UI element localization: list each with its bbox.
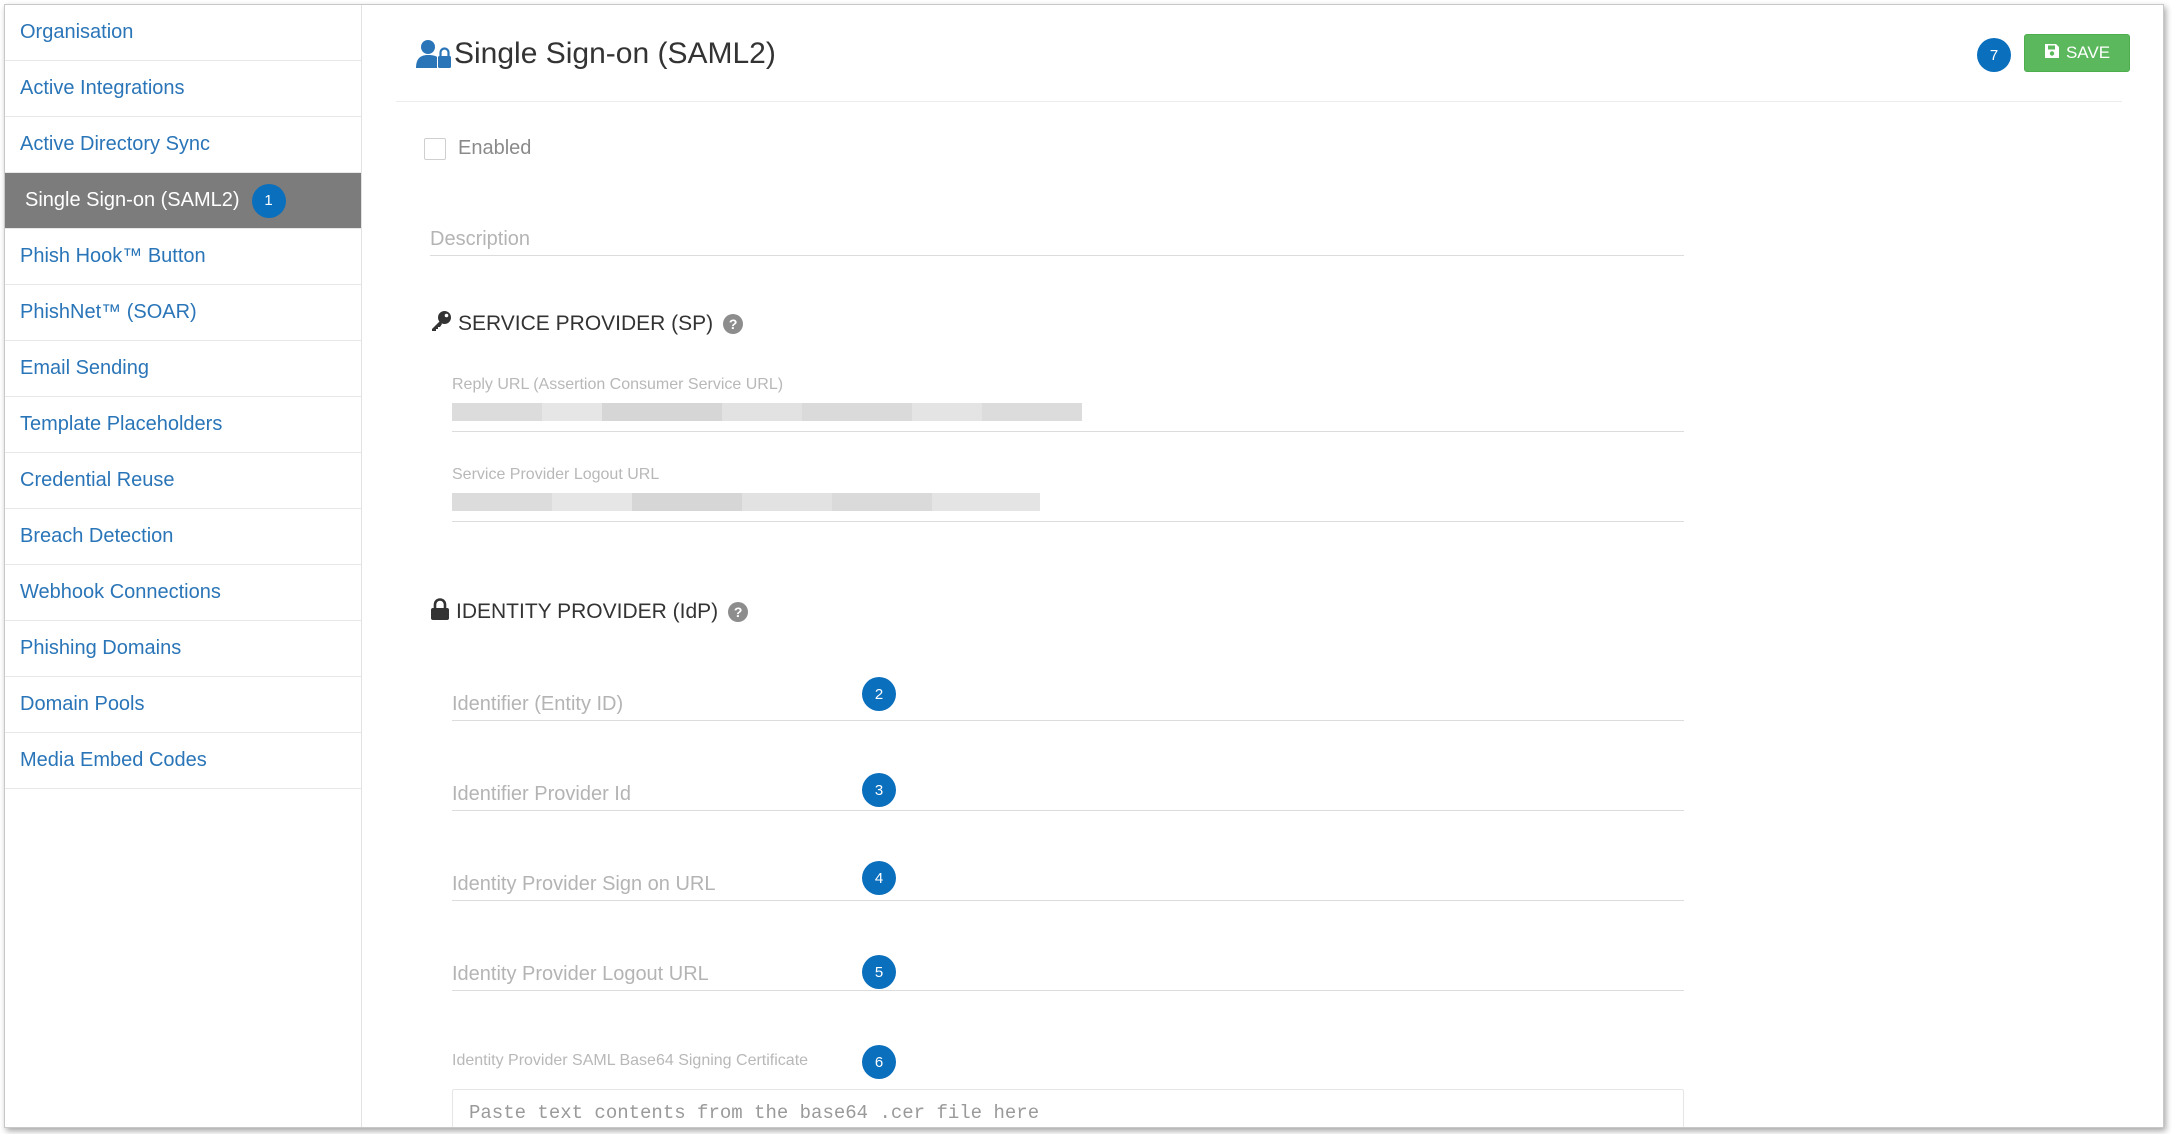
save-button-label: SAVE [2065,43,2111,62]
sidebar-item-label: Single Sign-on (SAML2) [25,189,240,211]
cert-label: Identity Provider SAML Base64 Signing Ce… [452,1052,809,1069]
description-field[interactable]: Description [430,209,1684,256]
enabled-checkbox[interactable] [424,137,446,160]
page-header: Single Sign-on (SAML2) 7 SAVE [396,5,2130,102]
question-circle-icon[interactable]: ? [728,602,749,622]
sidebar-item-label: Active Integrations [20,77,185,99]
enabled-checkbox-row: Enabled [424,137,531,160]
sidebar-item-organisation[interactable]: Organisation [5,5,361,61]
sidebar-item-active-integrations[interactable]: Active Integrations [5,61,361,117]
sp-logout-url-label: Service Provider Logout URL [452,466,660,483]
sidebar-item-active-directory-sync[interactable]: Active Directory Sync [5,117,361,173]
settings-sidebar: Organisation Active Integrations Active … [5,5,362,1127]
sp-logout-url-field[interactable] [452,489,1684,522]
sidebar-item-label: Email Sending [20,357,149,379]
idp-logout-url-field[interactable]: Identity Provider Logout URL [452,945,1684,991]
sp-logout-url-value-redacted [452,493,1040,511]
floppy-disk-icon [2044,43,2060,64]
certificate-textarea[interactable]: Paste text contents from the base64 .cer… [452,1089,1684,1127]
sidebar-item-single-sign-on[interactable]: Single Sign-on (SAML2) 1 [5,173,361,229]
sp-section-label: SERVICE PROVIDER (SP) [458,312,714,335]
step-badge: 1 [251,183,286,218]
sidebar-item-phish-hook-button[interactable]: Phish Hook™ Button [5,229,361,285]
idp-sign-on-url-placeholder: Identity Provider Sign on URL [452,873,716,895]
sidebar-item-phishing-domains[interactable]: Phishing Domains [5,621,361,677]
step-badge: 6 [862,1045,896,1079]
reply-url-label: Reply URL (Assertion Consumer Service UR… [452,376,784,393]
question-circle-icon[interactable]: ? [723,314,744,334]
sidebar-item-label: PhishNet™ (SOAR) [20,301,197,323]
sidebar-item-domain-pools[interactable]: Domain Pools [5,677,361,733]
page-title: Single Sign-on (SAML2) [454,37,776,70]
sidebar-item-credential-reuse[interactable]: Credential Reuse [5,453,361,509]
sidebar-item-phishnet-soar[interactable]: PhishNet™ (SOAR) [5,285,361,341]
entity-id-placeholder: Identifier (Entity ID) [452,693,624,715]
sidebar-item-label: Organisation [20,21,134,43]
sidebar-item-label: Webhook Connections [20,581,221,603]
key-icon [430,310,452,338]
identifier-provider-id-placeholder: Identifier Provider Id [452,783,631,805]
certificate-placeholder: Paste text contents from the base64 .cer… [469,1102,1040,1124]
sidebar-item-label: Domain Pools [20,693,145,715]
user-lock-icon [416,39,452,74]
reply-url-field[interactable] [452,399,1684,432]
save-button[interactable]: SAVE [2024,34,2130,72]
step-badge: 2 [862,677,896,711]
sidebar-item-label: Media Embed Codes [20,749,207,771]
sidebar-item-webhook-connections[interactable]: Webhook Connections [5,565,361,621]
step-badge: 4 [862,861,896,895]
lock-icon [430,598,450,626]
sidebar-item-label: Template Placeholders [20,413,223,435]
reply-url-value-redacted [452,403,1082,421]
idp-section-label: IDENTITY PROVIDER (IdP) [456,600,719,623]
step-badge: 7 [1977,38,2011,72]
app-window: Organisation Active Integrations Active … [4,4,2164,1128]
idp-section-title: IDENTITY PROVIDER (IdP) ? [430,598,749,626]
identifier-provider-id-field[interactable]: Identifier Provider Id [452,765,1684,811]
sidebar-item-label: Phishing Domains [20,637,182,659]
idp-sign-on-url-field[interactable]: Identity Provider Sign on URL [452,855,1684,901]
sidebar-item-label: Active Directory Sync [20,133,211,155]
sidebar-item-label: Breach Detection [20,525,174,547]
description-placeholder: Description [430,228,531,250]
sidebar-item-media-embed-codes[interactable]: Media Embed Codes [5,733,361,789]
entity-id-field[interactable]: Identifier (Entity ID) [452,675,1684,721]
enabled-label: Enabled [458,137,532,159]
main-panel: Single Sign-on (SAML2) 7 SAVE Enabled De… [362,5,2163,1127]
sidebar-item-label: Phish Hook™ Button [20,245,206,267]
idp-logout-url-placeholder: Identity Provider Logout URL [452,963,709,985]
sidebar-item-breach-detection[interactable]: Breach Detection [5,509,361,565]
sidebar-item-label: Credential Reuse [20,469,175,491]
step-badge: 5 [862,955,896,989]
sidebar-item-template-placeholders[interactable]: Template Placeholders [5,397,361,453]
sidebar-item-email-sending[interactable]: Email Sending [5,341,361,397]
sp-section-title: SERVICE PROVIDER (SP) ? [430,310,744,338]
step-badge: 3 [862,773,896,807]
